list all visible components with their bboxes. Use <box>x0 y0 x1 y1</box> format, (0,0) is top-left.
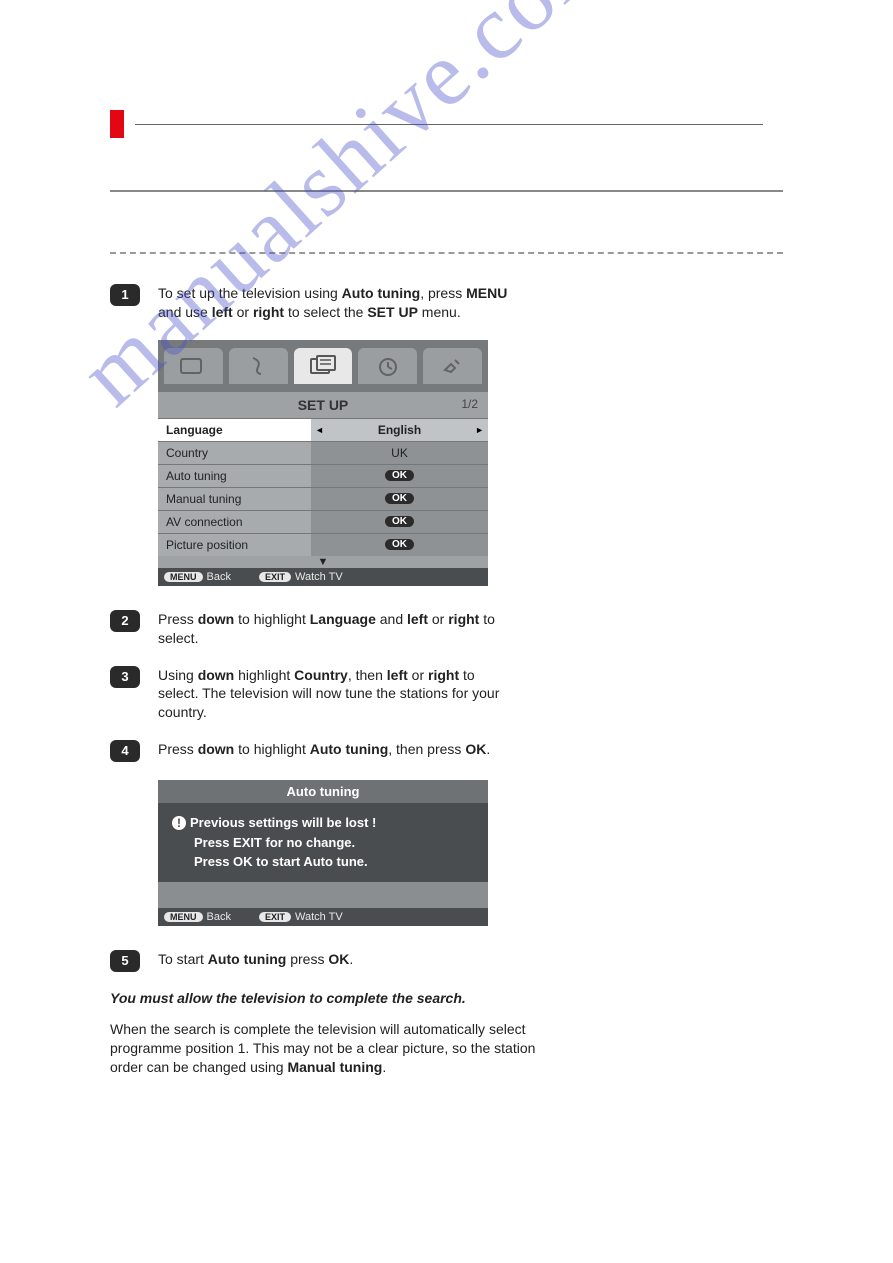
step-1: 1 To set up the television using Auto tu… <box>110 284 510 322</box>
step-number: 4 <box>110 740 140 762</box>
ok-pill: OK <box>385 493 414 504</box>
footer-watch: EXITWatch TV <box>259 911 343 923</box>
tab-picture-icon <box>164 348 223 384</box>
osd-row-label: Country <box>158 442 311 464</box>
osd2-spacer <box>158 882 488 908</box>
red-header-mark <box>110 110 124 138</box>
osd-rows: Language◄English►CountryUKAuto tuningOKM… <box>158 418 488 556</box>
tab-sound-icon <box>229 348 288 384</box>
section-rule-solid <box>110 190 783 192</box>
closing-paragraph: When the search is complete the televisi… <box>110 1020 540 1077</box>
osd2-footer: MENUBack EXITWatch TV <box>158 908 488 926</box>
tab-feature-icon <box>423 348 482 384</box>
step-text: Press down to highlight Language and lef… <box>158 610 510 648</box>
osd2-body: !Previous settings will be lost ! Press … <box>158 803 488 882</box>
step-3: 3 Using down highlight Country, then lef… <box>110 666 510 723</box>
step-5: 5 To start Auto tuning press OK. <box>110 950 510 972</box>
osd-row: Language◄English► <box>158 418 488 441</box>
ok-pill: OK <box>385 516 414 527</box>
osd-row: Picture position OK <box>158 533 488 556</box>
osd-row: Auto tuning OK <box>158 464 488 487</box>
step-2: 2 Press down to highlight Language and l… <box>110 610 510 648</box>
osd-title-bar: SET UP 1/2 <box>158 392 488 418</box>
menu-pill: MENU <box>164 572 203 582</box>
instruction-line: Press OK to start Auto tune. <box>172 852 474 872</box>
osd-row-value: OK <box>311 534 488 556</box>
ok-pill: OK <box>385 539 414 550</box>
osd-footer: MENUBack EXITWatch TV <box>158 568 488 586</box>
osd-page-indicator: 1/2 <box>461 397 478 411</box>
warning-icon: ! <box>172 816 186 830</box>
tab-setup-icon <box>294 348 353 384</box>
osd-row-label: Picture position <box>158 534 311 556</box>
step-number: 1 <box>110 284 140 306</box>
osd-row-label: AV connection <box>158 511 311 533</box>
osd-row-label: Manual tuning <box>158 488 311 510</box>
osd-row-value: OK <box>311 488 488 510</box>
osd-row: AV connection OK <box>158 510 488 533</box>
menu-pill: MENU <box>164 912 203 922</box>
step-number: 5 <box>110 950 140 972</box>
osd-row-value: ◄English► <box>311 419 488 441</box>
step-text: Press down to highlight Auto tuning, the… <box>158 740 510 759</box>
scroll-down-arrow-icon: ▼ <box>158 556 488 568</box>
osd-row-label: Auto tuning <box>158 465 311 487</box>
footer-back: MENUBack <box>164 571 231 583</box>
osd-row-value: UK <box>311 442 488 464</box>
instruction-line: Press EXIT for no change. <box>172 833 474 853</box>
step-number: 2 <box>110 610 140 632</box>
step-4: 4 Press down to highlight Auto tuning, t… <box>110 740 510 762</box>
osd-row: Manual tuning OK <box>158 487 488 510</box>
osd-tabs <box>158 340 488 392</box>
arrow-right-icon: ► <box>475 425 484 435</box>
auto-tuning-dialog-screenshot: Auto tuning !Previous settings will be l… <box>158 780 488 926</box>
exit-pill: EXIT <box>259 572 291 582</box>
section-rule-dashed <box>110 252 783 254</box>
tab-timer-icon <box>358 348 417 384</box>
osd-row: CountryUK <box>158 441 488 464</box>
osd2-title: Auto tuning <box>158 780 488 803</box>
step-text: Using down highlight Country, then left … <box>158 666 510 723</box>
step-text: To start Auto tuning press OK. <box>158 950 510 969</box>
footer-back: MENUBack <box>164 911 231 923</box>
arrow-left-icon: ◄ <box>315 425 324 435</box>
step-number: 3 <box>110 666 140 688</box>
ok-pill: OK <box>385 470 414 481</box>
osd-row-label: Language <box>158 419 311 441</box>
osd-row-value: OK <box>311 465 488 487</box>
footer-watch: EXITWatch TV <box>259 571 343 583</box>
osd-title: SET UP <box>298 397 349 413</box>
emphasis-note: You must allow the television to complet… <box>110 990 550 1006</box>
header-rule <box>135 124 763 125</box>
osd-row-value: OK <box>311 511 488 533</box>
warning-line: !Previous settings will be lost ! <box>172 813 474 833</box>
setup-menu-screenshot: SET UP 1/2 Language◄English►CountryUKAut… <box>158 340 488 586</box>
exit-pill: EXIT <box>259 912 291 922</box>
step-text: To set up the television using Auto tuni… <box>158 284 510 322</box>
